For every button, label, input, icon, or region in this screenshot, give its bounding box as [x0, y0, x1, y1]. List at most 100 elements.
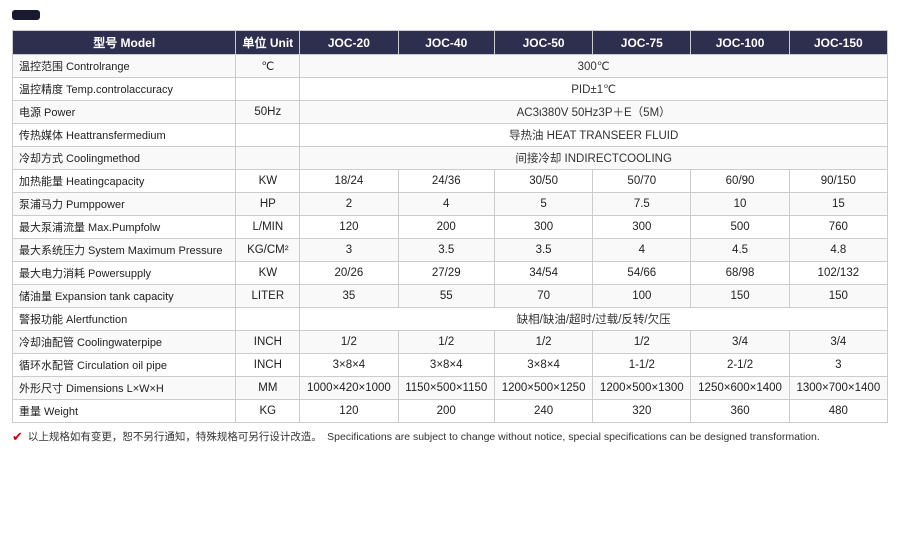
col-joc20: JOC-20: [300, 31, 398, 55]
row-value: 30/50: [494, 170, 592, 193]
row-value: 1/2: [593, 331, 691, 354]
table-row: 温控精度 Temp.controlaccuracy PID±1℃: [13, 78, 888, 101]
col-joc50: JOC-50: [494, 31, 592, 55]
row-value: 55: [398, 285, 494, 308]
row-value: 50/70: [593, 170, 691, 193]
row-value: 3×8×4: [300, 354, 398, 377]
row-unit: LITER: [236, 285, 300, 308]
row-label: 循环水配管 Circulation oil pipe: [13, 354, 236, 377]
row-unit: [236, 147, 300, 170]
row-value: 3.5: [494, 239, 592, 262]
row-value-span: PID±1℃: [300, 78, 888, 101]
row-unit: KW: [236, 262, 300, 285]
row-label: 加热能量 Heatingcapacity: [13, 170, 236, 193]
row-value: 300: [593, 216, 691, 239]
row-value: 300: [494, 216, 592, 239]
row-value-span: 导热油 HEAT TRANSEER FLUID: [300, 124, 888, 147]
table-row: 传热媒体 Heattransfermedium 导热油 HEAT TRANSEER…: [13, 124, 888, 147]
footer-check-icon: ✔: [12, 430, 23, 443]
row-value: 10: [691, 193, 789, 216]
table-row: 冷却油配管 CoolingwaterpipeINCH1/21/21/21/23/…: [13, 331, 888, 354]
row-unit: INCH: [236, 331, 300, 354]
col-joc75: JOC-75: [593, 31, 691, 55]
row-label: 最大泵浦流量 Max.Pumpfolw: [13, 216, 236, 239]
row-unit: KG: [236, 400, 300, 423]
row-unit: [236, 124, 300, 147]
row-value: 150: [691, 285, 789, 308]
table-row: 外形尺寸 Dimensions L×W×HMM1000×420×10001150…: [13, 377, 888, 400]
row-unit: KG/CM²: [236, 239, 300, 262]
row-value-span: 间接冷却 INDIRECTCOOLING: [300, 147, 888, 170]
row-value: 18/24: [300, 170, 398, 193]
row-value: 120: [300, 216, 398, 239]
row-value: 5: [494, 193, 592, 216]
row-label: 冷却方式 Coolingmethod: [13, 147, 236, 170]
row-value: 320: [593, 400, 691, 423]
row-unit: ℃: [236, 55, 300, 78]
row-value: 20/26: [300, 262, 398, 285]
table-row: 冷却方式 Coolingmethod 间接冷却 INDIRECTCOOLING: [13, 147, 888, 170]
row-value: 68/98: [691, 262, 789, 285]
col-joc40: JOC-40: [398, 31, 494, 55]
table-row: 加热能量 HeatingcapacityKW18/2424/3630/5050/…: [13, 170, 888, 193]
row-label: 传热媒体 Heattransfermedium: [13, 124, 236, 147]
row-unit: [236, 78, 300, 101]
row-value: 1300×700×1400: [789, 377, 887, 400]
row-label: 最大电力消耗 Powersupply: [13, 262, 236, 285]
col-joc150: JOC-150: [789, 31, 887, 55]
row-value: 7.5: [593, 193, 691, 216]
row-value: 150: [789, 285, 887, 308]
row-value: 27/29: [398, 262, 494, 285]
row-value: 15: [789, 193, 887, 216]
row-value: 102/132: [789, 262, 887, 285]
row-value: 240: [494, 400, 592, 423]
row-value: 3.5: [398, 239, 494, 262]
table-row: 储油量 Expansion tank capacityLITER35557010…: [13, 285, 888, 308]
row-label: 温控精度 Temp.controlaccuracy: [13, 78, 236, 101]
row-value: 54/66: [593, 262, 691, 285]
row-label: 冷却油配管 Coolingwaterpipe: [13, 331, 236, 354]
row-value: 1200×500×1300: [593, 377, 691, 400]
row-value: 1/2: [300, 331, 398, 354]
row-value: 60/90: [691, 170, 789, 193]
row-label: 最大系统压力 System Maximum Pressure: [13, 239, 236, 262]
table-row: 最大泵浦流量 Max.PumpfolwL/MIN1202003003005007…: [13, 216, 888, 239]
row-value: 3/4: [789, 331, 887, 354]
row-unit: INCH: [236, 354, 300, 377]
row-value: 35: [300, 285, 398, 308]
row-value: 2: [300, 193, 398, 216]
row-unit: KW: [236, 170, 300, 193]
row-value: 1200×500×1250: [494, 377, 592, 400]
row-value: 3×8×4: [398, 354, 494, 377]
row-label: 泵浦马力 Pumppower: [13, 193, 236, 216]
row-value: 3/4: [691, 331, 789, 354]
col-model: 型号 Model: [13, 31, 236, 55]
row-value: 120: [300, 400, 398, 423]
footer-text: 以上规格如有变更，恕不另行通知，特殊规格可另行设计改造。 Specificati…: [28, 429, 888, 444]
row-value: 100: [593, 285, 691, 308]
row-value: 480: [789, 400, 887, 423]
row-value: 3: [300, 239, 398, 262]
page-container: 型号 Model 单位 Unit JOC-20 JOC-40 JOC-50 JO…: [0, 0, 900, 560]
table-row: 循环水配管 Circulation oil pipeINCH3×8×43×8×4…: [13, 354, 888, 377]
row-value: 4.5: [691, 239, 789, 262]
table-row: 最大电力消耗 PowersupplyKW20/2627/2934/5454/66…: [13, 262, 888, 285]
row-label: 外形尺寸 Dimensions L×W×H: [13, 377, 236, 400]
row-label: 警报功能 Alertfunction: [13, 308, 236, 331]
row-unit: L/MIN: [236, 216, 300, 239]
row-value: 4: [593, 239, 691, 262]
row-label: 储油量 Expansion tank capacity: [13, 285, 236, 308]
table-header-row: 型号 Model 单位 Unit JOC-20 JOC-40 JOC-50 JO…: [13, 31, 888, 55]
row-value: 2-1/2: [691, 354, 789, 377]
table-row: 最大系统压力 System Maximum PressureKG/CM²33.5…: [13, 239, 888, 262]
row-value: 1150×500×1150: [398, 377, 494, 400]
row-label: 电源 Power: [13, 101, 236, 124]
table-row: 泵浦马力 PumppowerHP2457.51015: [13, 193, 888, 216]
row-value: 4: [398, 193, 494, 216]
row-value: 70: [494, 285, 592, 308]
row-value: 90/150: [789, 170, 887, 193]
col-unit: 单位 Unit: [236, 31, 300, 55]
row-value: 1250×600×1400: [691, 377, 789, 400]
row-value: 360: [691, 400, 789, 423]
params-table: 型号 Model 单位 Unit JOC-20 JOC-40 JOC-50 JO…: [12, 30, 888, 423]
